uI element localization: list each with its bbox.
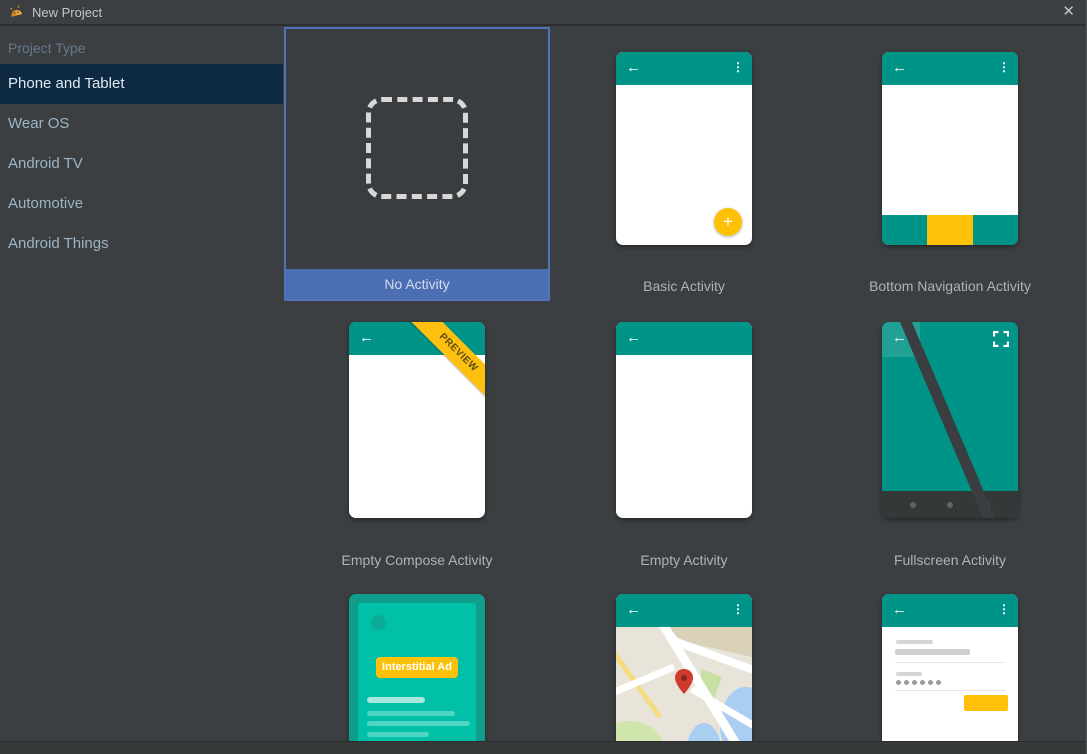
text-line bbox=[367, 732, 429, 737]
text-line bbox=[367, 697, 425, 703]
new-project-dialog: New Project ✕ Project Type Phone and Tab… bbox=[0, 0, 1087, 754]
avatar-circle bbox=[371, 615, 386, 630]
back-arrow-icon: ← bbox=[359, 329, 374, 346]
dialog-bottom-strip bbox=[0, 741, 1086, 754]
template-card-basic-activity[interactable]: ← ⋮ + Basic Activity bbox=[551, 27, 817, 300]
close-icon[interactable]: ✕ bbox=[1062, 3, 1075, 21]
fab-plus-icon: + bbox=[714, 208, 742, 236]
admob-ads-preview: Interstitial Ad bbox=[349, 594, 485, 741]
text-line bbox=[367, 711, 455, 716]
interstitial-ad-button: Interstitial Ad bbox=[376, 657, 458, 678]
title-bar: New Project ✕ bbox=[0, 0, 1086, 26]
back-arrow-icon: ← bbox=[892, 59, 907, 76]
sidebar-item-wear-os[interactable]: Wear OS bbox=[0, 104, 283, 144]
back-arrow-icon: ← bbox=[626, 59, 641, 76]
overflow-menu-icon: ⋮ bbox=[732, 602, 744, 616]
template-label: Fullscreen Activity bbox=[893, 552, 1007, 568]
wizard-body: Project Type Phone and Tablet Wear OS An… bbox=[0, 26, 1086, 741]
template-card-google-maps-activity[interactable]: ← ⋮ bbox=[551, 575, 817, 741]
sidebar-item-automotive[interactable]: Automotive bbox=[0, 184, 283, 224]
template-card-bottom-navigation-activity[interactable]: ← ⋮ Bottom Navigation Activity bbox=[817, 27, 1083, 300]
app-bar: ← ⋮ bbox=[882, 594, 1018, 627]
bottom-navigation-preview: ← ⋮ bbox=[882, 52, 1018, 245]
template-card-empty-activity[interactable]: ← Empty Activity bbox=[551, 301, 817, 574]
login-submit-button bbox=[964, 695, 1008, 711]
field-underline bbox=[895, 662, 1005, 663]
login-preview: ← ⋮ bbox=[882, 594, 1018, 741]
map-view bbox=[616, 620, 752, 741]
fullscreen-activity-preview: ← bbox=[882, 322, 1018, 518]
template-card-empty-compose-activity[interactable]: ← PREVIEW Empty Compose Activity bbox=[284, 301, 550, 574]
no-activity-placeholder-icon bbox=[366, 97, 468, 199]
google-maps-preview: ← ⋮ bbox=[616, 594, 752, 741]
project-type-sidebar: Project Type Phone and Tablet Wear OS An… bbox=[0, 26, 283, 741]
field-label-line bbox=[896, 640, 933, 644]
sidebar-item-android-tv[interactable]: Android TV bbox=[0, 144, 283, 184]
template-label: Basic Activity bbox=[643, 278, 725, 294]
empty-activity-preview: ← bbox=[616, 322, 752, 518]
template-label: Empty Compose Activity bbox=[341, 552, 493, 568]
bottom-nav-bar bbox=[882, 215, 1018, 245]
template-card-admob-ads-activity[interactable]: Interstitial Ad bbox=[284, 575, 550, 741]
basic-activity-preview: ← ⋮ + bbox=[616, 52, 752, 245]
back-arrow-icon: ← bbox=[892, 601, 907, 618]
ad-panel: Interstitial Ad bbox=[358, 603, 476, 741]
android-studio-icon bbox=[10, 5, 23, 17]
template-card-no-activity[interactable]: No Activity bbox=[284, 27, 550, 301]
field-underline bbox=[895, 690, 1005, 691]
overflow-menu-icon: ⋮ bbox=[998, 602, 1010, 616]
back-arrow-icon: ← bbox=[626, 601, 641, 618]
template-label: Empty Activity bbox=[640, 552, 728, 568]
empty-compose-preview: ← PREVIEW bbox=[349, 322, 485, 518]
sidebar-item-phone-and-tablet[interactable]: Phone and Tablet bbox=[0, 64, 283, 104]
back-arrow-icon: ← bbox=[626, 329, 641, 346]
password-dots bbox=[896, 680, 941, 685]
text-line bbox=[367, 721, 470, 726]
overflow-menu-icon: ⋮ bbox=[732, 60, 744, 74]
overflow-menu-icon: ⋮ bbox=[998, 60, 1010, 74]
window-title: New Project bbox=[32, 4, 103, 20]
field-label-line bbox=[896, 672, 922, 676]
app-bar: ← ⋮ bbox=[882, 52, 1018, 85]
fullscreen-expand-icon bbox=[993, 331, 1009, 347]
sidebar-item-android-things[interactable]: Android Things bbox=[0, 224, 283, 264]
system-nav-bar bbox=[882, 491, 1018, 518]
sidebar-header: Project Type bbox=[8, 40, 86, 56]
app-bar: ← ⋮ bbox=[616, 52, 752, 85]
template-label: Bottom Navigation Activity bbox=[869, 278, 1031, 294]
app-bar: ← bbox=[616, 322, 752, 355]
field-value-line bbox=[895, 649, 970, 655]
app-bar: ← ⋮ bbox=[616, 594, 752, 627]
template-card-fullscreen-activity[interactable]: ← Fullscreen Activity bbox=[817, 301, 1083, 574]
template-card-login-activity[interactable]: ← ⋮ bbox=[817, 575, 1083, 741]
template-label: No Activity bbox=[286, 269, 548, 299]
